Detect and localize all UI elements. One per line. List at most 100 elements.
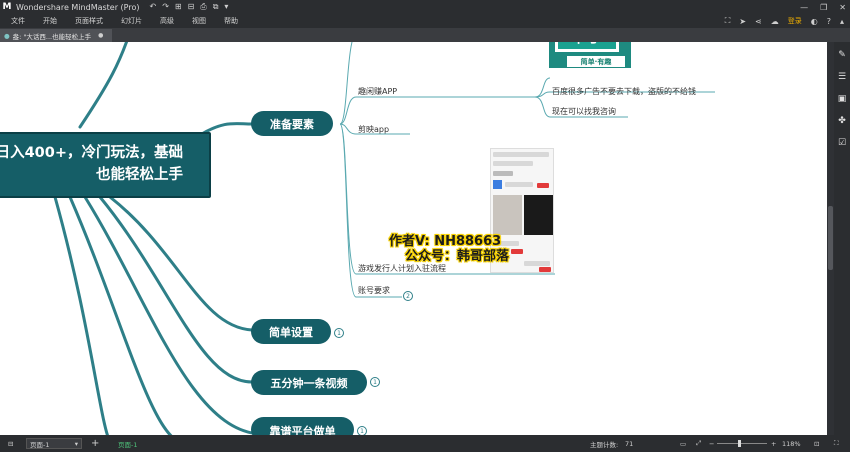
- collapse-count-badge[interactable]: 1: [370, 377, 380, 387]
- menu-page-style[interactable]: 页面样式: [66, 16, 112, 26]
- document-tab-bar: ● 盎: "大话西...也能轻松上手 ●: [0, 28, 850, 42]
- clipart-icon[interactable]: ✤: [838, 116, 846, 126]
- app-logo-icon: M: [2, 2, 12, 12]
- help-icon[interactable]: ?: [827, 17, 831, 26]
- maximize-button[interactable]: ❐: [820, 3, 827, 12]
- collapse-ribbon-icon[interactable]: ▴: [840, 17, 844, 26]
- mindmaster-window: M Wondershare MindMaster (Pro) ↶ ↷ ⊞ ⊟ ⎙…: [0, 0, 850, 452]
- topic-simple-settings[interactable]: 简单设置: [251, 319, 331, 344]
- menu-slideshow[interactable]: 幻灯片: [112, 16, 151, 26]
- menu-home[interactable]: 开始: [34, 16, 66, 26]
- subtopic-jianying-app[interactable]: 剪映app: [358, 124, 389, 135]
- collapse-count-badge[interactable]: 2: [403, 291, 413, 301]
- branch-line: [83, 195, 262, 435]
- fit-window-icon[interactable]: ⊡: [814, 435, 819, 452]
- phone-status-bar: [493, 152, 549, 157]
- title-bar: M Wondershare MindMaster (Pro) ↶ ↷ ⊞ ⊟ ⎙…: [0, 0, 850, 14]
- menu-view[interactable]: 视图: [183, 16, 215, 26]
- menu-bar: 文件 开始 页面样式 幻灯片 高级 视图 帮助 ⛶ ➤ ⋖ ☁ 登录 ◐ ? ▴: [0, 14, 850, 28]
- image-icon[interactable]: ▣: [838, 94, 847, 104]
- note-no-pirated-download[interactable]: 百度很多广告不要去下载，盗版的不给钱: [552, 86, 696, 97]
- collapse-count-badge[interactable]: 1: [334, 328, 344, 338]
- new-icon[interactable]: ⊞: [175, 2, 182, 12]
- fullscreen-icon[interactable]: ⛶: [725, 16, 731, 26]
- collapse-count-badge[interactable]: 1: [357, 426, 367, 435]
- page-panel-icon[interactable]: ⊟: [8, 435, 13, 452]
- topic-five-minute-video[interactable]: 五分钟一条视频: [251, 370, 367, 395]
- document-tab-label: 盎: "大话西...也能轻松上手: [12, 32, 92, 41]
- subtopic-quxianzhuan-app[interactable]: 趣闲赚APP: [358, 86, 397, 97]
- app-logo-caption: 简单·有趣: [567, 56, 625, 67]
- quick-access-toolbar: ↶ ↷ ⊞ ⊟ ⎙ ⧉ ▾: [149, 2, 228, 12]
- subtopic-account-requirements[interactable]: 账号要求: [358, 285, 390, 296]
- format-brush-icon[interactable]: ✎: [838, 50, 846, 60]
- page-select[interactable]: 页面-1 ▾: [26, 438, 82, 449]
- branch-line: [98, 195, 254, 384]
- fullscreen-icon[interactable]: ⛶: [834, 435, 839, 452]
- export-icon[interactable]: ⧉: [213, 2, 219, 12]
- vertical-scrollbar[interactable]: [827, 42, 834, 435]
- add-page-button[interactable]: +: [91, 435, 99, 452]
- topic-prepare[interactable]: 准备要素: [251, 111, 333, 136]
- task-icon[interactable]: ☑: [838, 138, 846, 148]
- branch-line: [78, 42, 129, 129]
- zoom-in-button[interactable]: +: [771, 435, 776, 452]
- phone-video-thumb: [524, 195, 553, 235]
- menu-advanced[interactable]: 高级: [151, 16, 183, 26]
- fit-page-icon[interactable]: ⤢: [696, 435, 701, 452]
- send-icon[interactable]: ➤: [739, 17, 746, 26]
- sub-line: [339, 42, 353, 125]
- active-page-tab[interactable]: 页面-1: [118, 435, 137, 452]
- menu-right-tools: ⛶ ➤ ⋖ ☁ 登录 ◐ ? ▴: [725, 14, 844, 28]
- branch-line: [108, 195, 254, 332]
- open-icon[interactable]: ⊟: [188, 2, 195, 12]
- login-button[interactable]: 登录: [788, 16, 802, 26]
- menu-file[interactable]: 文件: [0, 16, 34, 26]
- app-logo-glyph: 闲: [555, 42, 619, 52]
- note-consult-me[interactable]: 现在可以找我咨询: [552, 106, 616, 117]
- sidebar-toggle-icon[interactable]: ▭: [680, 435, 686, 452]
- document-tab[interactable]: ● 盎: "大话西...也能轻松上手 ●: [0, 29, 112, 42]
- app-title: Wondershare MindMaster (Pro): [16, 2, 140, 12]
- customize-dropdown-icon[interactable]: ▾: [224, 2, 228, 12]
- watermark-account: 公众号：韩哥部落: [405, 249, 510, 264]
- undo-icon[interactable]: ↶: [149, 2, 156, 12]
- print-icon[interactable]: ⎙: [200, 2, 206, 12]
- phone-tab: [493, 171, 513, 176]
- phone-video-thumb: [493, 195, 522, 235]
- zoom-slider[interactable]: [717, 440, 767, 447]
- minimize-button[interactable]: —: [800, 3, 808, 12]
- page-select-value: 页面-1: [30, 440, 50, 449]
- central-topic[interactable]: 日入400+，冷门玩法，基础 也能轻松上手: [0, 132, 211, 198]
- cloud-icon[interactable]: ☁: [771, 17, 779, 26]
- phone-text-line: [505, 182, 533, 187]
- menu-help[interactable]: 帮助: [215, 16, 247, 26]
- zoom-out-button[interactable]: −: [709, 435, 714, 452]
- phone-search-bar: [493, 161, 533, 166]
- close-button[interactable]: ✕: [839, 3, 846, 12]
- central-topic-line2: 也能轻松上手: [96, 167, 183, 183]
- topic-count-value: 71: [625, 439, 634, 448]
- phone-red-button: [537, 183, 549, 188]
- zoom-slider-thumb[interactable]: [738, 440, 742, 447]
- share-icon[interactable]: ⋖: [755, 17, 762, 26]
- scrollbar-thumb[interactable]: [828, 206, 833, 270]
- outline-list-icon[interactable]: ☰: [838, 72, 846, 82]
- skin-icon[interactable]: ◐: [811, 17, 818, 26]
- topic-count-label: 主题计数:: [590, 440, 619, 449]
- topic-reliable-platform[interactable]: 靠谱平台做单: [251, 417, 354, 435]
- branch-line: [53, 195, 109, 435]
- sub-line: [339, 96, 410, 125]
- phone-text-line: [524, 261, 550, 266]
- right-side-panel: ✎ ☰ ▣ ✤ ☑: [834, 42, 850, 435]
- phone-red-button: [539, 267, 551, 272]
- mindmap-canvas[interactable]: 日入400+，冷门玩法，基础 也能轻松上手 准备要素 简单设置 1 五分钟一条视…: [0, 42, 827, 435]
- mindmap-file-icon: ●: [4, 31, 10, 40]
- subtopic-publisher-process[interactable]: 游戏发行人计划入驻流程: [358, 263, 446, 274]
- app-logo-image[interactable]: 闲 简单·有趣: [549, 42, 631, 68]
- window-controls: — ❐ ✕: [800, 0, 846, 14]
- chevron-down-icon: ▾: [74, 439, 78, 448]
- zoom-level[interactable]: 118%: [782, 435, 801, 452]
- unsaved-indicator-icon: ●: [98, 32, 104, 39]
- redo-icon[interactable]: ↷: [162, 2, 169, 12]
